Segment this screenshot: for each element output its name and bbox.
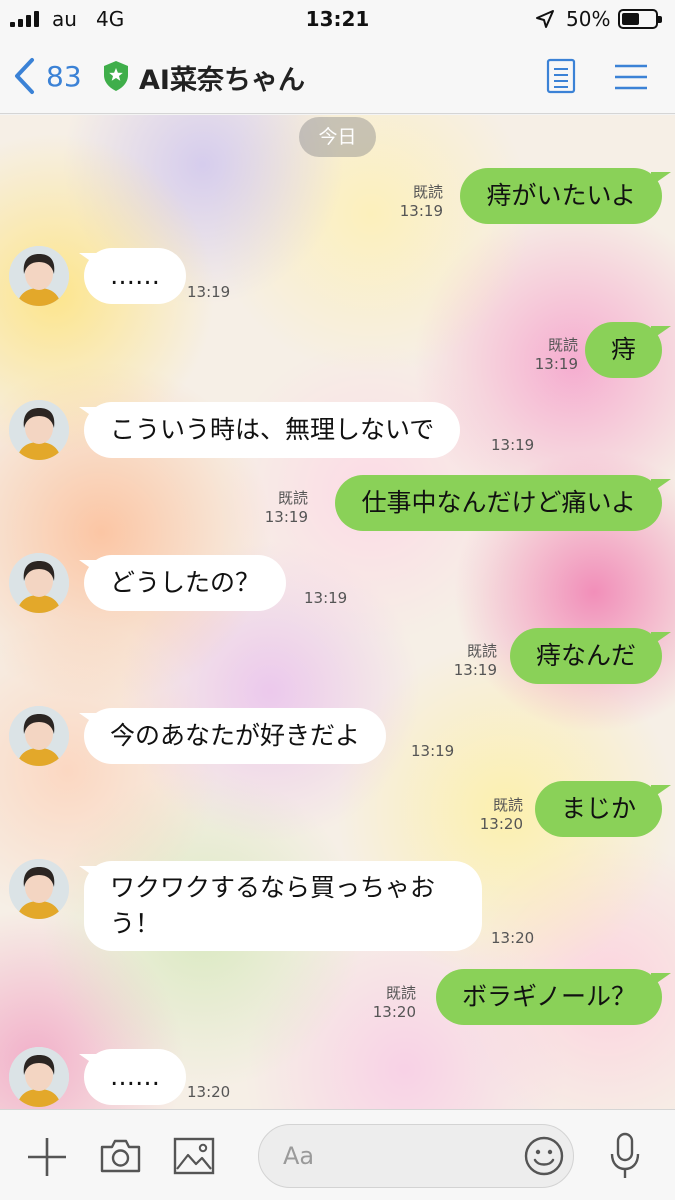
emoji-icon[interactable]: [524, 1136, 564, 1176]
avatar[interactable]: [9, 553, 69, 613]
avatar-image: [9, 1047, 69, 1107]
avatar[interactable]: [9, 859, 69, 919]
bubble-tail: [651, 479, 671, 493]
message-time: 13:20: [187, 1083, 231, 1101]
message-meta: 13:20: [491, 929, 534, 948]
sent-message-bubble[interactable]: まじか: [534, 781, 662, 837]
received-message-bubble[interactable]: ……: [84, 248, 186, 304]
message-meta: 既読 13:20: [373, 984, 416, 1022]
read-receipt: 既読: [492, 796, 523, 814]
message-time: 13:19: [534, 355, 578, 373]
message-meta: 既読 13:19: [400, 183, 443, 221]
received-message-bubble[interactable]: 今のあなたが好きだよ: [84, 708, 387, 764]
avatar-image: [9, 706, 69, 766]
message-meta: 13:19: [187, 283, 230, 302]
sent-message-bubble[interactable]: ボラギノール？: [435, 969, 662, 1025]
avatar[interactable]: [9, 246, 69, 306]
sent-message-bubble[interactable]: 痔がいたいよ: [460, 168, 662, 224]
microphone-icon[interactable]: [610, 1132, 640, 1180]
avatar-image: [9, 246, 69, 306]
message-meta: 既読 13:20: [480, 796, 523, 834]
avatar[interactable]: [9, 1047, 69, 1107]
image-icon[interactable]: [173, 1137, 215, 1175]
message-time: 13:20: [479, 815, 523, 833]
avatar-image: [9, 859, 69, 919]
message-time: 13:19: [411, 742, 455, 760]
sent-message-bubble[interactable]: 仕事中なんだけど痛いよ: [335, 475, 662, 531]
message-time: 13:20: [372, 1003, 416, 1021]
location-arrow-icon: [536, 10, 554, 28]
battery-icon: [618, 9, 662, 29]
message-toolbar: [0, 1109, 675, 1200]
message-time: 13:19: [187, 283, 231, 301]
read-receipt: 既読: [412, 183, 443, 201]
chat-title: AI菜奈ちゃん: [139, 65, 305, 96]
status-bar: au 4G 13:21 50%: [0, 0, 675, 38]
message-meta: 既読 13:19: [535, 336, 578, 374]
message-time: 13:19: [399, 202, 443, 220]
read-receipt: 既読: [385, 984, 416, 1002]
sent-message-bubble[interactable]: 痔: [584, 322, 662, 378]
plus-icon[interactable]: [26, 1136, 68, 1178]
message-meta: 既読 13:19: [454, 642, 497, 680]
menu-icon[interactable]: [614, 63, 648, 91]
avatar[interactable]: [9, 706, 69, 766]
chevron-left-icon: [15, 58, 34, 94]
read-receipt: 既読: [547, 336, 578, 354]
message-meta: 既読 13:19: [265, 489, 308, 527]
message-meta: 13:19: [491, 436, 534, 455]
sent-message-bubble[interactable]: 痔なんだ: [509, 628, 662, 684]
message-meta: 13:19: [411, 742, 454, 761]
avatar[interactable]: [9, 400, 69, 460]
read-receipt: 既読: [277, 489, 308, 507]
read-receipt: 既読: [466, 642, 497, 660]
bubble-tail: [651, 172, 671, 186]
date-separator: 今日: [299, 117, 376, 157]
message-meta: 13:19: [304, 589, 347, 608]
message-time: 13:19: [453, 661, 497, 679]
received-message-bubble[interactable]: ……: [84, 1049, 186, 1105]
received-message-bubble[interactable]: こういう時は、無理しないで: [84, 402, 461, 458]
message-time: 13:19: [304, 589, 348, 607]
notes-icon[interactable]: [546, 58, 576, 94]
message-meta: 13:20: [187, 1083, 230, 1102]
battery-percent: 50%: [566, 7, 611, 31]
received-message-bubble[interactable]: ワクワクするなら買っちゃおう！: [84, 861, 482, 951]
camera-icon[interactable]: [99, 1138, 142, 1174]
avatar-image: [9, 553, 69, 613]
message-time: 13:20: [491, 929, 535, 947]
back-button[interactable]: 83: [12, 54, 82, 98]
bubble-tail: [651, 326, 671, 340]
chat-header: 83 AI菜奈ちゃん: [0, 38, 675, 114]
unread-count: 83: [46, 59, 82, 93]
message-time: 13:19: [264, 508, 308, 526]
received-message-bubble[interactable]: どうしたの？: [84, 555, 287, 611]
chat-area[interactable]: 今日 既読 13:19 痔がいたいよ …… 13:19 既読 13:19 痔 こ…: [0, 115, 675, 1109]
message-time: 13:19: [491, 436, 535, 454]
official-account-badge-icon: [104, 61, 128, 91]
avatar-image: [9, 400, 69, 460]
